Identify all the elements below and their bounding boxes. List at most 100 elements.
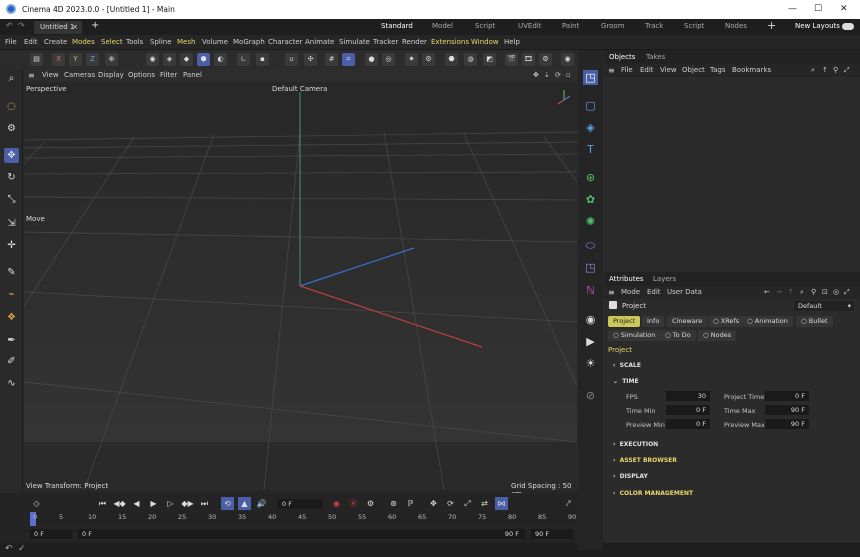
timeline-ruler[interactable]: 0 5 10 15 20 25 30 35 40 45 50 55 60 65 …	[30, 512, 577, 526]
render-active-view-icon[interactable]: 🎬	[505, 53, 518, 66]
menu-animate[interactable]: Animate	[305, 38, 334, 46]
attributes-new-window-icon[interactable]: ⤢	[844, 288, 850, 297]
viewport-menu-view[interactable]: View	[42, 71, 59, 79]
field-icon[interactable]: ◳	[583, 260, 598, 275]
attributes-menu-edit[interactable]: Edit	[647, 288, 661, 296]
viewport-menu-display[interactable]: Display	[98, 71, 124, 79]
viewport-rotate-icon[interactable]: ⟳	[555, 71, 561, 79]
chip-project[interactable]: Project	[608, 316, 641, 327]
menu-file[interactable]: File	[5, 38, 17, 46]
section-color-management[interactable]: › COLOR MANAGEMENT	[613, 490, 693, 497]
key-settings-icon[interactable]: ⚙	[364, 497, 377, 510]
chip-info[interactable]: Info	[642, 316, 665, 327]
sketch-tool-icon[interactable]: ✐	[4, 354, 19, 369]
viewport-menu-filter[interactable]: Filter	[160, 71, 177, 79]
camera-label[interactable]: Default Camera	[272, 85, 327, 93]
symmetry-icon[interactable]: ✷	[405, 53, 418, 66]
layout-script[interactable]: Script	[475, 22, 495, 30]
attributes-menu-mode[interactable]: Mode	[621, 288, 640, 296]
layout-uvedit[interactable]: UVEdit	[518, 22, 541, 30]
next-frame-icon[interactable]: ▷	[164, 497, 177, 510]
maximize-button[interactable]: ☐	[814, 4, 822, 14]
volume-icon[interactable]: ℕ	[583, 283, 598, 298]
tab-objects[interactable]: Objects	[609, 53, 635, 61]
attributes-search-icon[interactable]: ⌕	[800, 288, 804, 297]
brush-tool-icon[interactable]: ⌁	[4, 287, 19, 302]
render-settings-icon[interactable]: ⚙	[539, 53, 552, 66]
spline-pen-icon[interactable]: ∿	[4, 376, 19, 391]
search-icon[interactable]: ⌕	[4, 71, 19, 86]
new-layouts-toggle[interactable]	[842, 23, 854, 30]
menu-window[interactable]: Window	[471, 38, 499, 46]
preview-range-bar[interactable]: 0 F 90 F	[78, 529, 525, 539]
start-frame-field[interactable]: 0 F	[30, 529, 72, 539]
preview-min-field[interactable]: 0 F	[666, 419, 710, 429]
layout-paint[interactable]: Paint	[562, 22, 579, 30]
layout-standard[interactable]: Standard	[381, 22, 413, 30]
attributes-filter-icon[interactable]: ⚲	[811, 288, 816, 296]
null-object-icon[interactable]: ▢	[583, 98, 598, 113]
layout-groom[interactable]: Groom	[601, 22, 625, 30]
attributes-layout-icon[interactable]: ≡	[608, 288, 615, 297]
viewport-menu-cameras[interactable]: Cameras	[64, 71, 95, 79]
current-frame-field[interactable]: 0 F	[278, 499, 322, 509]
tweak-mode-icon[interactable]: ▪	[256, 53, 269, 66]
snap-icon[interactable]: ∪	[285, 53, 298, 66]
timeline-window-icon[interactable]: ⤤	[562, 497, 575, 510]
workplane-icon[interactable]: ⌗	[342, 53, 355, 66]
section-display[interactable]: › DISPLAY	[613, 473, 648, 480]
play-icon[interactable]: ▶	[147, 497, 160, 510]
solo-settings-icon[interactable]: ◎	[382, 53, 395, 66]
document-tab[interactable]: Untitled 1 ×	[34, 21, 82, 34]
add-tab-icon[interactable]: +	[91, 20, 99, 31]
viewport-pan-icon[interactable]: ✥	[533, 71, 539, 79]
menu-tracker[interactable]: Tracker	[373, 38, 398, 46]
snap-settings-icon[interactable]: ✣	[304, 53, 317, 66]
position-key-icon[interactable]: ✥	[427, 497, 440, 510]
objects-menu-view[interactable]: View	[660, 66, 677, 74]
undo-icon[interactable]: ↶	[6, 21, 13, 30]
menu-modes[interactable]: Modes	[72, 38, 95, 46]
add-layout-icon[interactable]: +	[767, 19, 776, 32]
menu-character[interactable]: Character	[268, 38, 303, 46]
layout-nodes[interactable]: Nodes	[725, 22, 747, 30]
section-time[interactable]: ⌄ TIME	[613, 378, 639, 385]
objects-menu-file[interactable]: File	[621, 66, 633, 74]
playback-rate-icon[interactable]: ▲	[238, 497, 251, 510]
points-mode-icon[interactable]: ◉	[146, 53, 159, 66]
polygons-mode-icon[interactable]: ◆	[180, 53, 193, 66]
cloner-icon[interactable]: ✿	[583, 192, 598, 207]
keyframe-icon[interactable]: ◇	[30, 497, 43, 510]
pen-tool-icon[interactable]: ✒	[4, 333, 19, 348]
go-to-end-icon[interactable]: ⏭	[198, 497, 211, 510]
preset-dropdown[interactable]: Default ▾	[794, 301, 854, 311]
transfer-tool-icon[interactable]: ⇲	[4, 216, 19, 231]
objects-menu-edit[interactable]: Edit	[640, 66, 654, 74]
objects-menu-tags[interactable]: Tags	[710, 66, 726, 74]
section-execution[interactable]: › EXECUTION	[613, 441, 658, 448]
chip-xrefs[interactable]: ○ XRefs	[708, 316, 745, 327]
disabled-tool-icon[interactable]: ⊘	[583, 388, 598, 403]
effector-icon[interactable]: ✺	[583, 214, 598, 229]
rotation-key-icon[interactable]: ⟳	[444, 497, 457, 510]
generator-icon[interactable]: ⊛	[583, 170, 598, 185]
model-mode-icon[interactable]: ⬢	[197, 53, 210, 66]
menu-mograph[interactable]: MoGraph	[233, 38, 265, 46]
attributes-back-icon[interactable]: ←	[764, 288, 770, 296]
fps-field[interactable]: 30	[666, 391, 710, 401]
layout-model[interactable]: Model	[432, 22, 453, 30]
layout-script-2[interactable]: Script	[684, 22, 704, 30]
move-tool-icon[interactable]: ✥	[4, 148, 19, 163]
objects-menu-bookmarks[interactable]: Bookmarks	[732, 66, 771, 74]
end-frame-field[interactable]: 90 F	[531, 529, 573, 539]
redo-icon[interactable]: ↷	[18, 21, 25, 30]
minimize-button[interactable]: —	[788, 4, 797, 14]
texture-mode-icon[interactable]: ◐	[214, 53, 227, 66]
previous-key-icon[interactable]: ◀◆	[113, 497, 126, 510]
viewport-menu-panel[interactable]: Panel	[183, 71, 202, 79]
autokey-icon[interactable]: Ⓐ	[347, 497, 360, 510]
motion-clip-icon[interactable]: ℙ	[404, 497, 417, 510]
axis-x-button[interactable]: X	[52, 53, 65, 66]
scale-key-icon[interactable]: ⤢	[461, 497, 474, 510]
render-to-viewer-icon[interactable]: 🎞	[522, 53, 535, 66]
